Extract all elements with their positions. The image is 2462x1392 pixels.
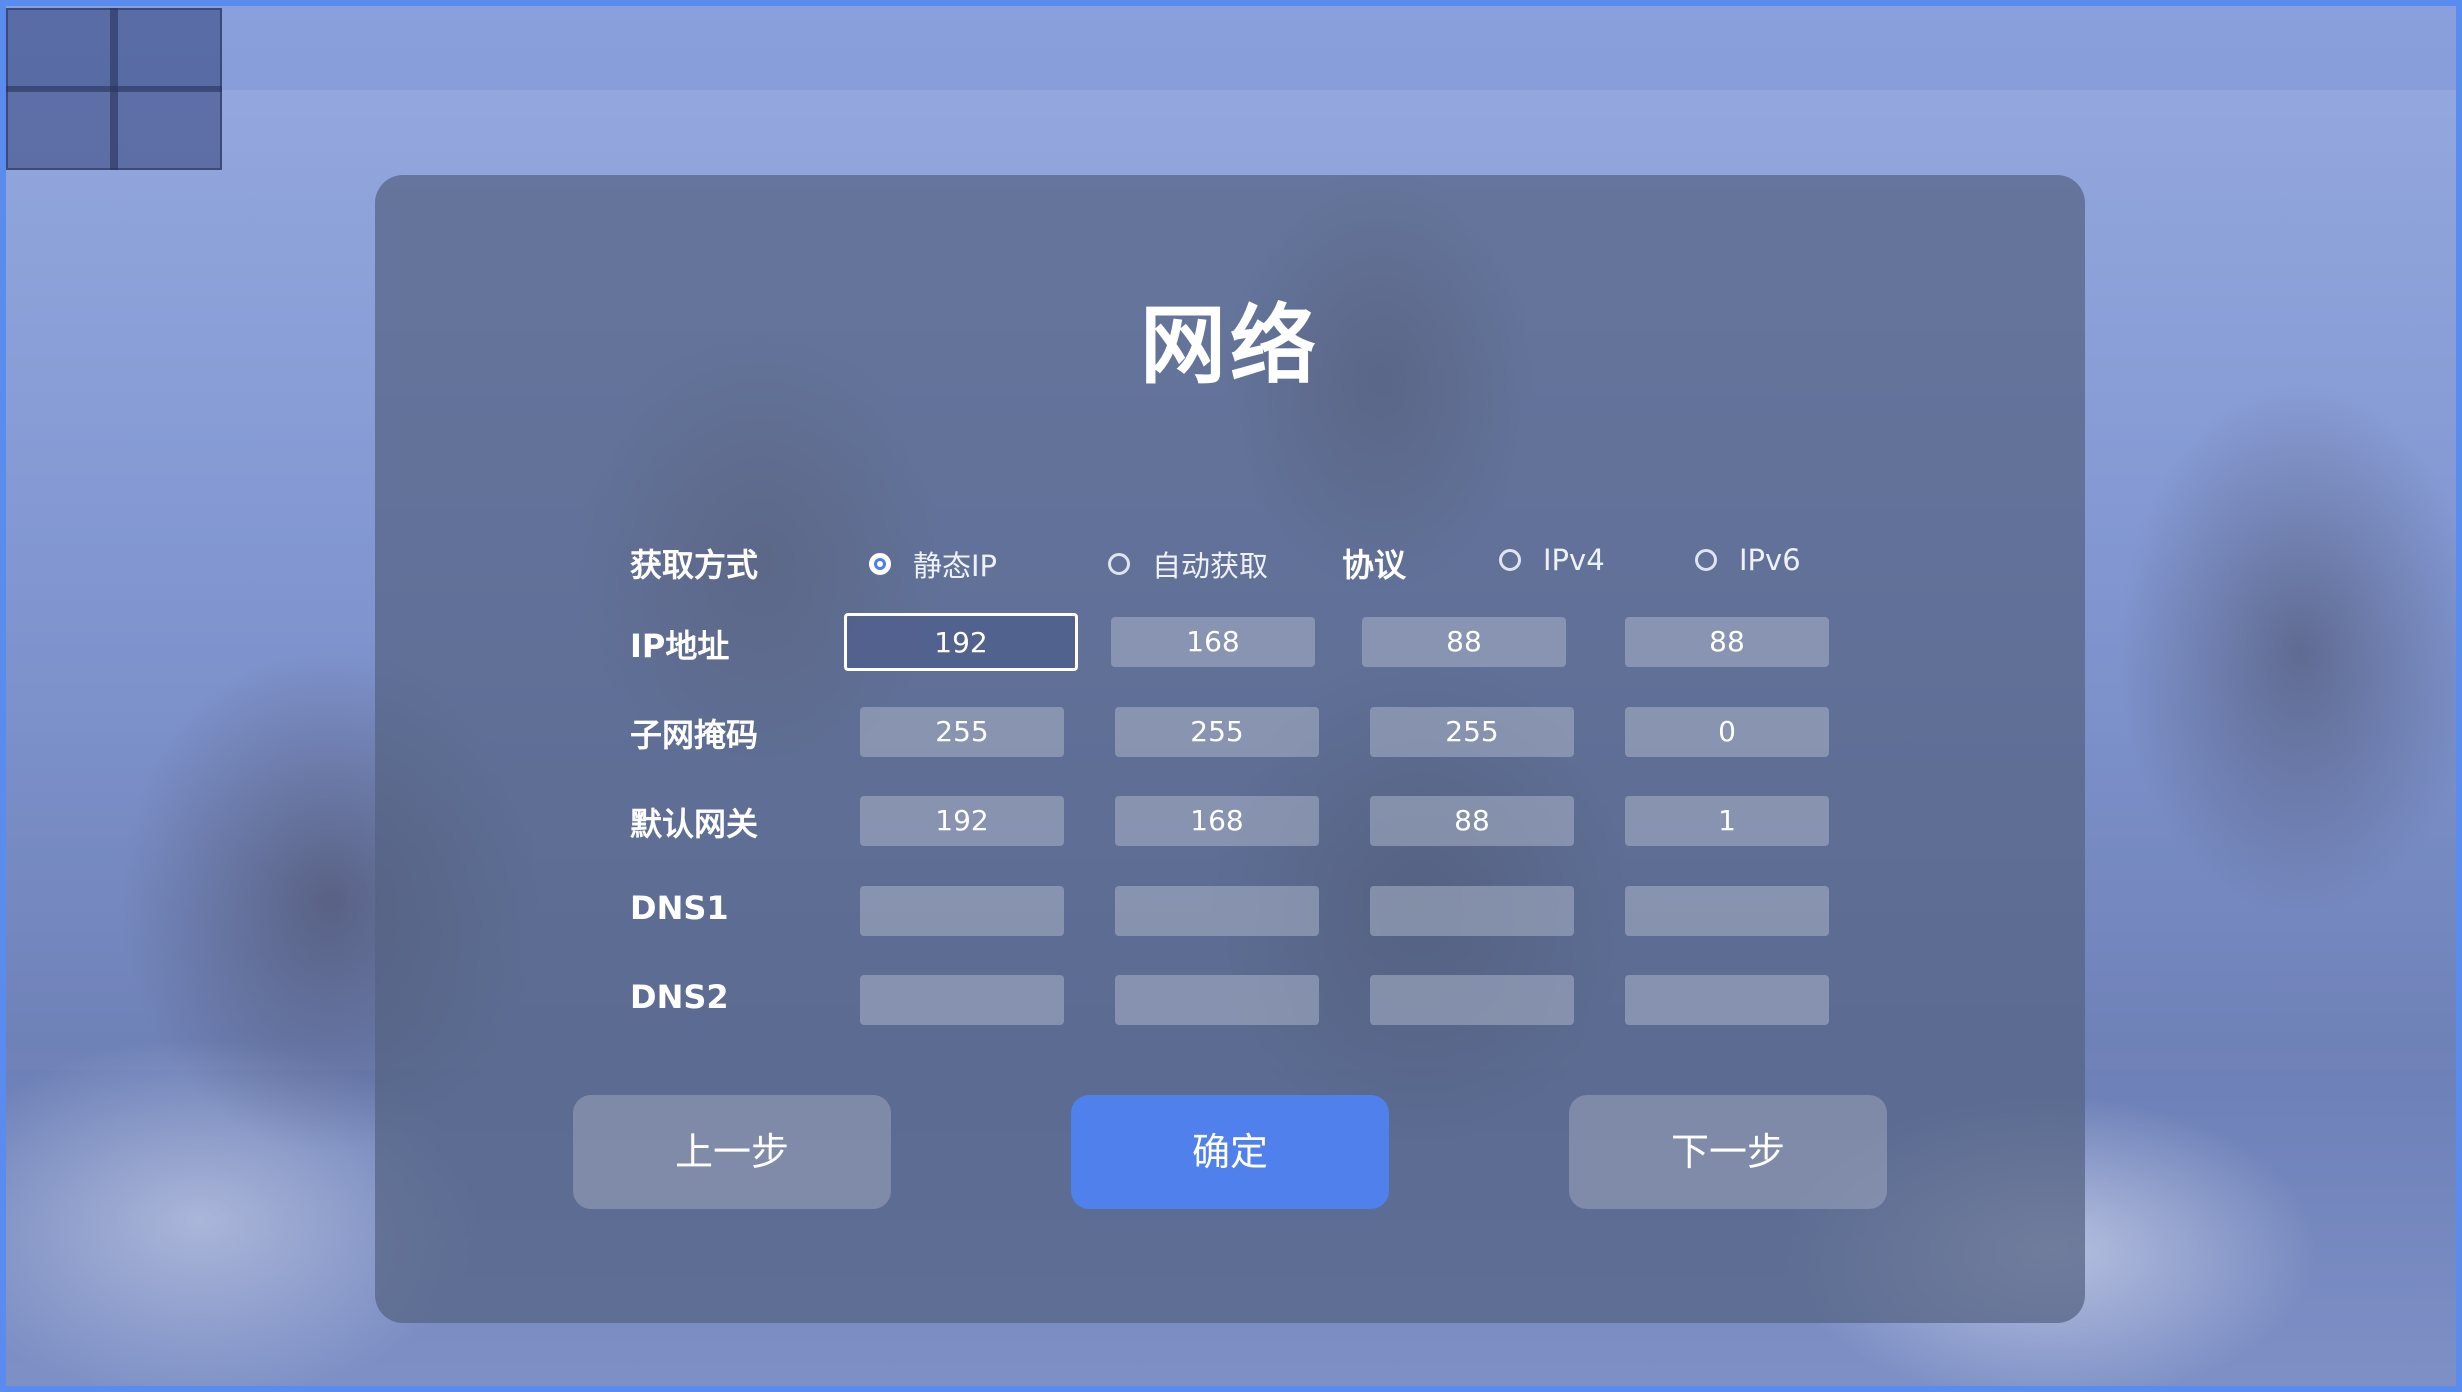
- dns1-octet-2-input[interactable]: [1115, 886, 1319, 936]
- mask-octet-2-input[interactable]: 255: [1115, 707, 1319, 757]
- radio-unchecked-icon: [1499, 549, 1521, 571]
- acquire-mode-label: 获取方式: [630, 546, 759, 584]
- ip-octet-4-input[interactable]: 88: [1625, 617, 1829, 667]
- dialog-title: 网络: [1140, 296, 1320, 396]
- radio-unchecked-icon: [1695, 549, 1717, 571]
- radio-ipv4[interactable]: IPv4: [1499, 543, 1605, 577]
- ip-octet-3-input[interactable]: 88: [1362, 617, 1566, 667]
- protocol-label: 协议: [1342, 546, 1407, 584]
- radio-checked-icon: [869, 553, 891, 575]
- mask-octet-1-input[interactable]: 255: [860, 707, 1064, 757]
- radio-ipv6[interactable]: IPv6: [1695, 543, 1801, 577]
- radio-auto-obtain[interactable]: 自动获取: [1108, 543, 1268, 585]
- dns2-octet-4-input[interactable]: [1625, 975, 1829, 1025]
- ip-address-label: IP地址: [630, 627, 730, 665]
- radio-ipv4-label: IPv4: [1543, 543, 1605, 577]
- next-step-button[interactable]: 下一步: [1569, 1095, 1887, 1209]
- dns2-octet-2-input[interactable]: [1115, 975, 1319, 1025]
- radio-static-ip[interactable]: 静态IP: [869, 543, 997, 585]
- dns2-octet-1-input[interactable]: [860, 975, 1064, 1025]
- mask-octet-3-input[interactable]: 255: [1370, 707, 1574, 757]
- default-gateway-label: 默认网关: [630, 805, 759, 843]
- gateway-octet-2-input[interactable]: 168: [1115, 796, 1319, 846]
- dns1-label: DNS1: [630, 889, 729, 927]
- ip-octet-2-input[interactable]: 168: [1111, 617, 1315, 667]
- subnet-mask-label: 子网掩码: [630, 716, 759, 754]
- ip-octet-1-input[interactable]: 192: [844, 613, 1078, 671]
- gateway-octet-3-input[interactable]: 88: [1370, 796, 1574, 846]
- dns1-octet-3-input[interactable]: [1370, 886, 1574, 936]
- radio-auto-obtain-label: 自动获取: [1152, 549, 1269, 583]
- radio-static-ip-label: 静态IP: [913, 549, 998, 583]
- dns1-octet-1-input[interactable]: [860, 886, 1064, 936]
- previous-step-button[interactable]: 上一步: [573, 1095, 891, 1209]
- dns2-octet-3-input[interactable]: [1370, 975, 1574, 1025]
- gateway-octet-1-input[interactable]: 192: [860, 796, 1064, 846]
- dns1-octet-4-input[interactable]: [1625, 886, 1829, 936]
- mask-octet-4-input[interactable]: 0: [1625, 707, 1829, 757]
- dns2-label: DNS2: [630, 978, 729, 1016]
- gateway-octet-4-input[interactable]: 1: [1625, 796, 1829, 846]
- network-dialog: 网络 获取方式 静态IP 自动获取 协议 IPv4 IPv6 IP地址 192 …: [375, 175, 2085, 1323]
- radio-unchecked-icon: [1108, 553, 1130, 575]
- confirm-button[interactable]: 确定: [1071, 1095, 1389, 1209]
- radio-ipv6-label: IPv6: [1739, 543, 1801, 577]
